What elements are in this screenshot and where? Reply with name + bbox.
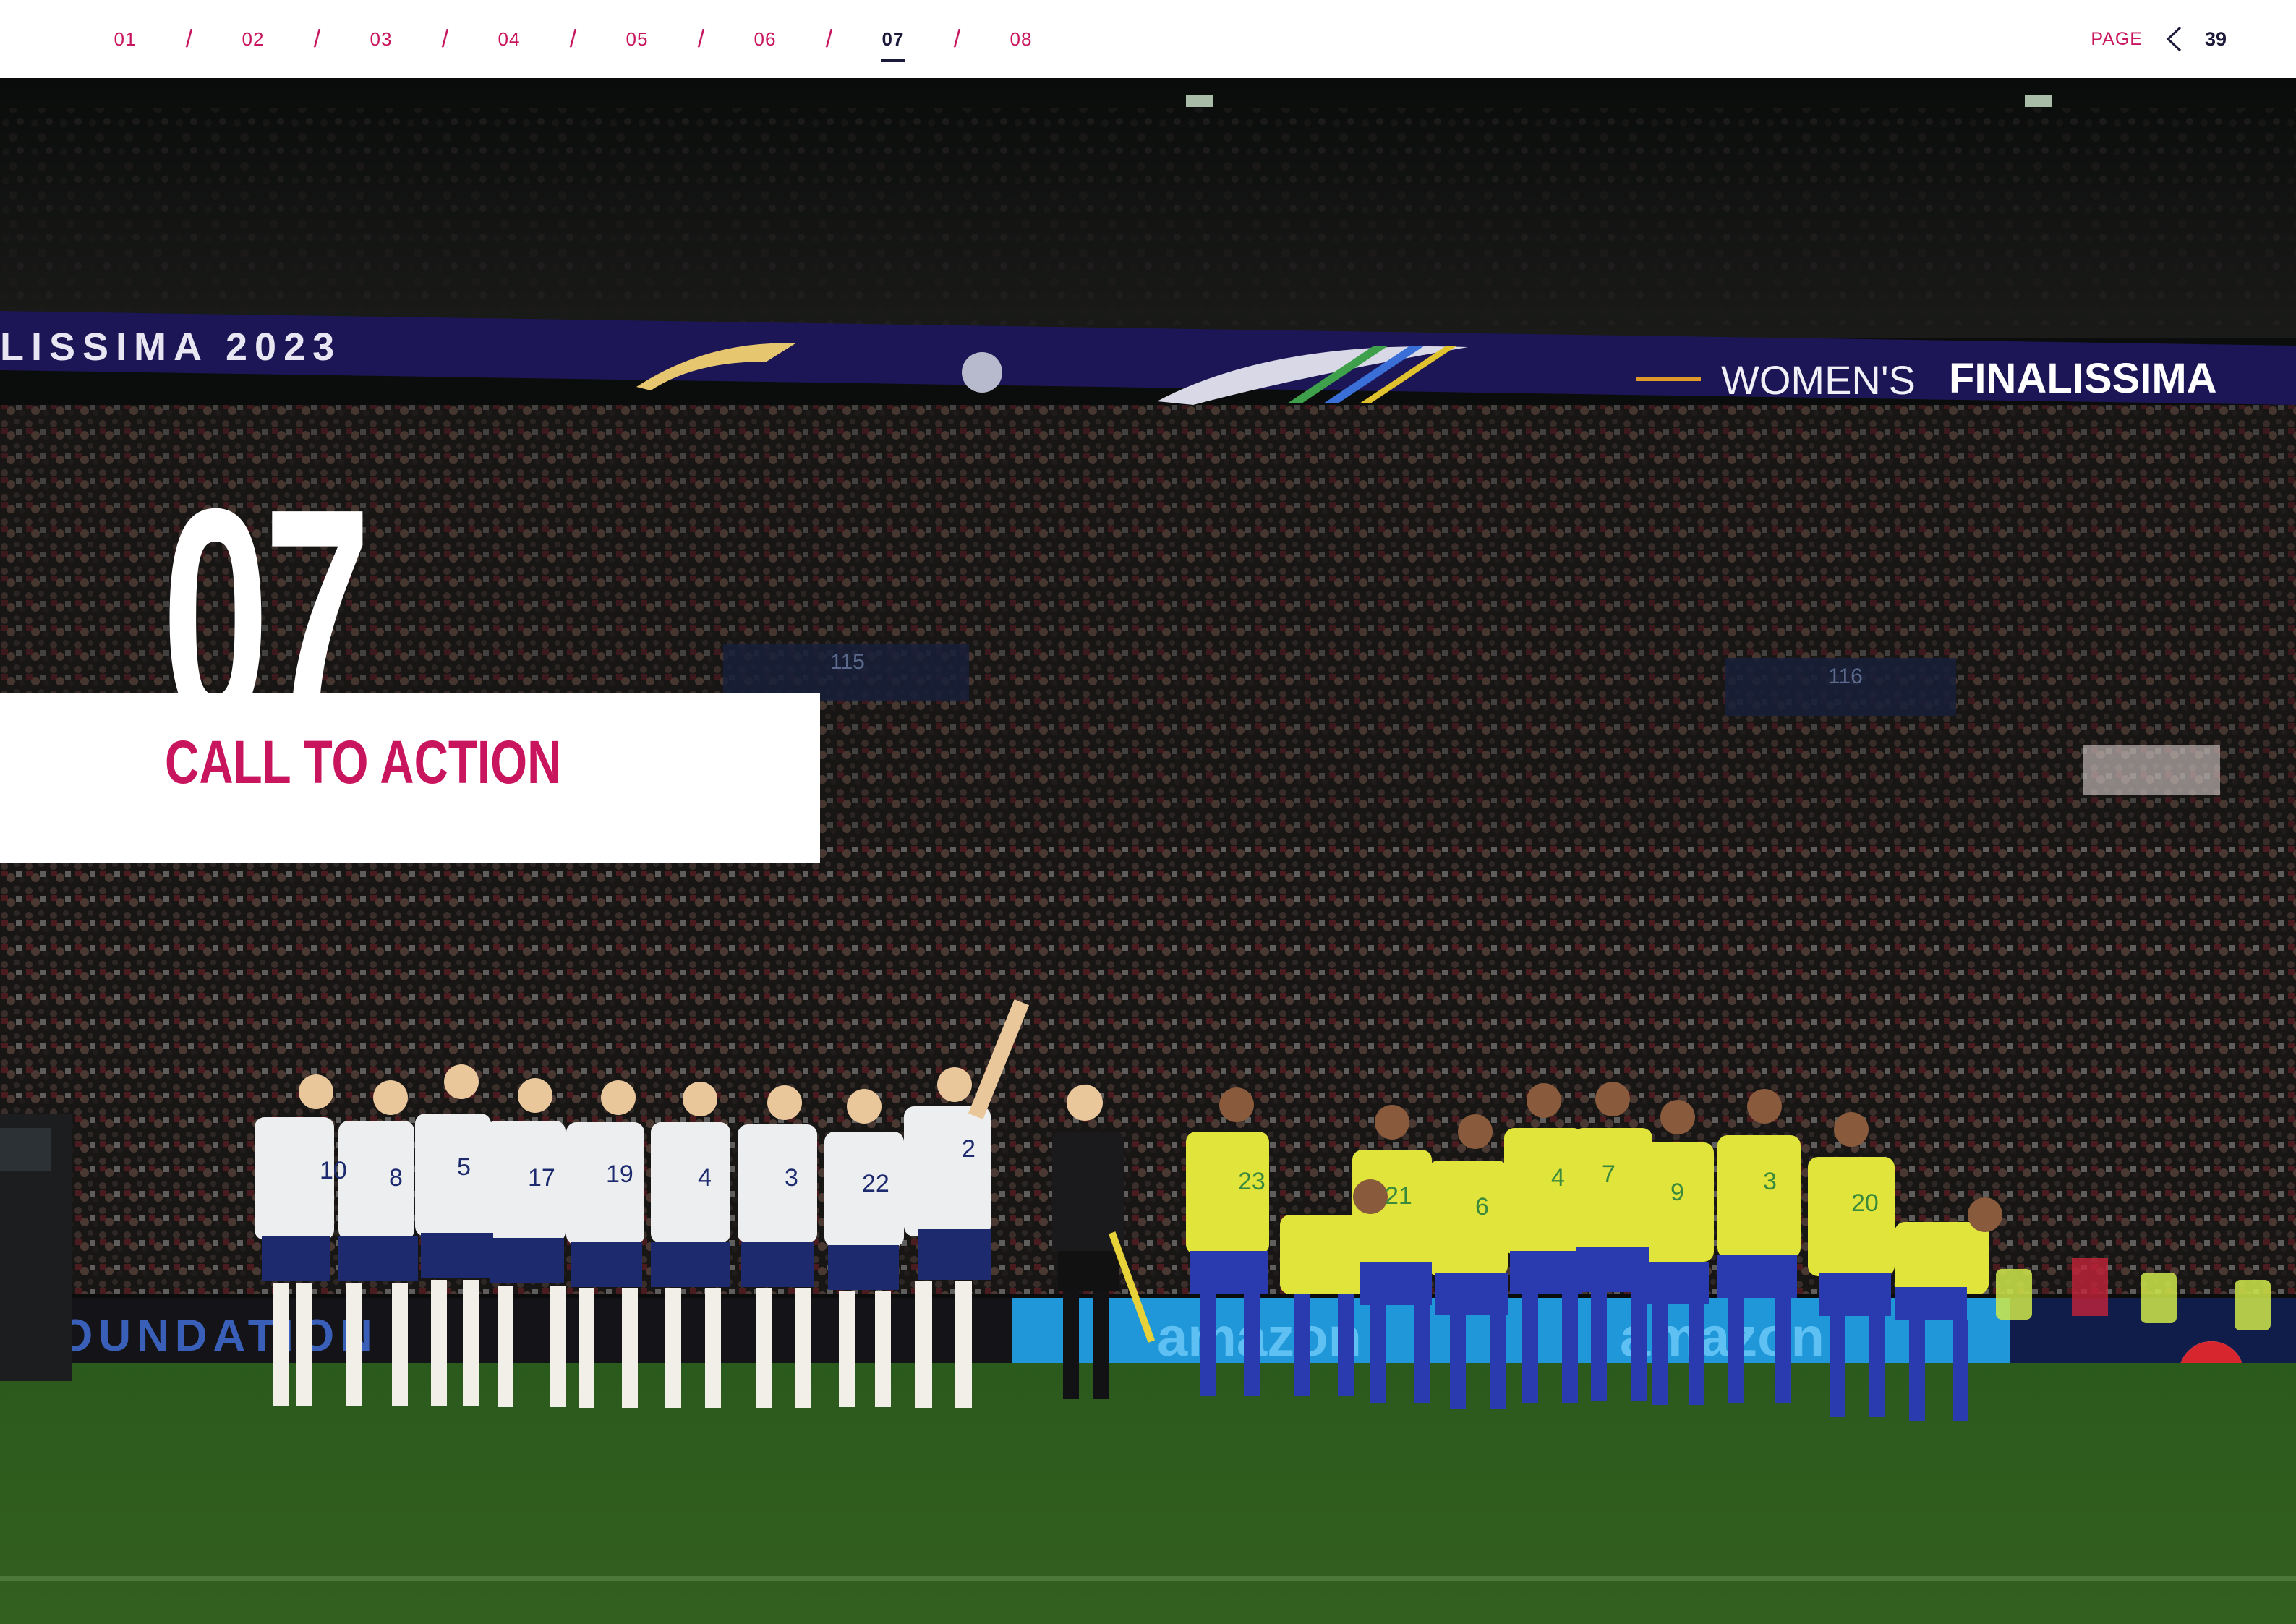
- svg-text:22: 22: [862, 1170, 889, 1197]
- chapter-nav: 01 / 02 / 03 / 04 / 05 / 06 / 07 / 08: [100, 0, 1046, 78]
- svg-text:116: 116: [1828, 664, 1863, 688]
- svg-text:FINALISSIMA: FINALISSIMA: [1949, 355, 2217, 402]
- nav-separator: /: [825, 25, 833, 53]
- svg-text:3: 3: [1763, 1168, 1777, 1195]
- nav-separator: /: [697, 25, 705, 53]
- svg-text:WOMEN'S: WOMEN'S: [1721, 357, 1916, 403]
- chapter-link-05[interactable]: 05: [612, 28, 662, 51]
- pitch: [0, 1363, 2296, 1624]
- nav-separator: /: [185, 25, 193, 53]
- top-navigation: 01 / 02 / 03 / 04 / 05 / 06 / 07 / 08 PA…: [0, 0, 2296, 78]
- nav-separator: /: [313, 25, 321, 53]
- chapter-link-04[interactable]: 04: [484, 28, 534, 51]
- nav-separator: /: [569, 25, 577, 53]
- svg-text:6: 6: [1475, 1193, 1489, 1221]
- svg-text:23: 23: [1238, 1168, 1266, 1195]
- chapter-link-01[interactable]: 01: [100, 28, 150, 51]
- chapter-link-08[interactable]: 08: [996, 28, 1046, 51]
- svg-text:OUNDATION: OUNDATION: [58, 1311, 378, 1361]
- chapter-link-07-active[interactable]: 07: [868, 28, 918, 62]
- page-number: 39: [2204, 27, 2227, 50]
- svg-text:9: 9: [1670, 1179, 1684, 1206]
- svg-text:19: 19: [606, 1161, 633, 1188]
- svg-text:amazon: amazon: [1620, 1307, 1825, 1368]
- svg-text:4: 4: [698, 1164, 712, 1192]
- chapter-link-06[interactable]: 06: [740, 28, 790, 51]
- nav-separator: /: [441, 25, 449, 53]
- svg-text:20: 20: [1851, 1189, 1879, 1217]
- chapter-link-03[interactable]: 03: [356, 28, 406, 51]
- svg-text:2: 2: [962, 1135, 976, 1163]
- svg-text:21: 21: [1385, 1182, 1412, 1210]
- nav-separator: /: [953, 25, 961, 53]
- page-label: PAGE: [2091, 28, 2143, 49]
- svg-text:5: 5: [457, 1153, 471, 1181]
- svg-text:7: 7: [1602, 1161, 1616, 1188]
- svg-text:LISSIMA 2023: LISSIMA 2023: [0, 325, 341, 369]
- chapter-link-02[interactable]: 02: [228, 28, 278, 51]
- svg-text:17: 17: [528, 1164, 555, 1192]
- chevron-left-icon[interactable]: [2164, 25, 2183, 54]
- svg-text:3: 3: [785, 1164, 798, 1192]
- svg-text:4: 4: [1551, 1164, 1565, 1192]
- chapter-title: CALL TO ACTION: [165, 728, 562, 796]
- svg-text:115: 115: [830, 650, 865, 674]
- page-indicator: PAGE 39: [2091, 0, 2227, 78]
- svg-text:10: 10: [320, 1157, 347, 1184]
- svg-text:8: 8: [389, 1164, 403, 1192]
